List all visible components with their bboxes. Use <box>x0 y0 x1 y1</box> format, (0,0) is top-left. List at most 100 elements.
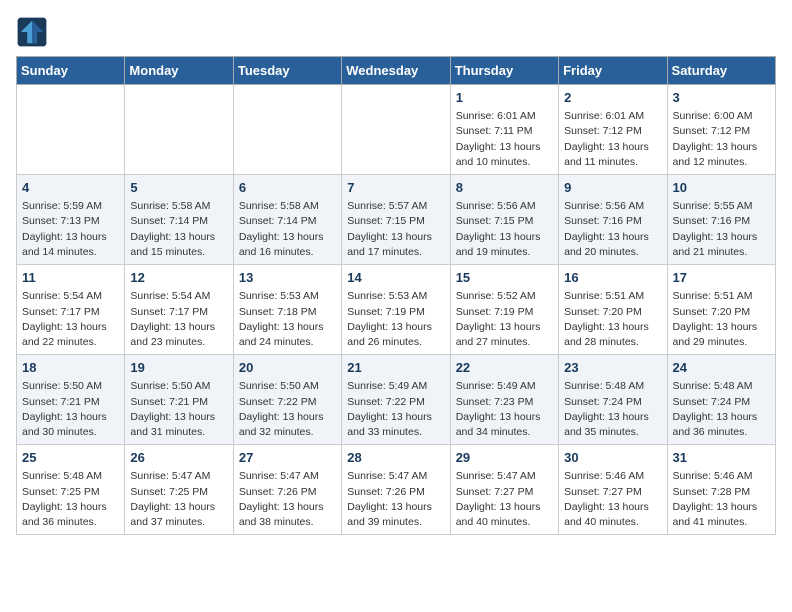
calendar-cell: 30 Sunrise: 5:46 AM Sunset: 7:27 PM Dayli… <box>559 445 667 535</box>
day-number: 28 <box>347 449 444 467</box>
calendar-cell: 12 Sunrise: 5:54 AM Sunset: 7:17 PM Dayli… <box>125 265 233 355</box>
calendar-cell: 4 Sunrise: 5:59 AM Sunset: 7:13 PM Daylig… <box>17 175 125 265</box>
logo <box>16 16 52 48</box>
calendar-cell: 2 Sunrise: 6:01 AM Sunset: 7:12 PM Daylig… <box>559 85 667 175</box>
day-info: Sunrise: 5:48 AM Sunset: 7:24 PM Dayligh… <box>673 379 770 440</box>
calendar-cell: 23Sunrise: 5:48 AM Sunset: 7:24 PM Dayli… <box>559 355 667 445</box>
day-info: Sunrise: 6:00 AM Sunset: 7:12 PM Dayligh… <box>673 109 770 170</box>
day-number: 24 <box>673 359 770 377</box>
day-number: 14 <box>347 269 444 287</box>
day-number: 25 <box>22 449 119 467</box>
day-number: 31 <box>673 449 770 467</box>
calendar-week-row: 25 Sunrise: 5:48 AM Sunset: 7:25 PM Dayli… <box>17 445 776 535</box>
day-info: Sunrise: 5:50 AM Sunset: 7:21 PM Dayligh… <box>22 379 119 440</box>
calendar-cell: 14 Sunrise: 5:53 AM Sunset: 7:19 PM Dayli… <box>342 265 450 355</box>
day-info: Sunrise: 5:47 AM Sunset: 7:26 PM Dayligh… <box>239 469 336 530</box>
day-info: Sunrise: 5:46 AM Sunset: 7:28 PM Dayligh… <box>673 469 770 530</box>
weekday-header-wednesday: Wednesday <box>342 57 450 85</box>
logo-icon <box>16 16 48 48</box>
day-number: 13 <box>239 269 336 287</box>
calendar-cell <box>342 85 450 175</box>
calendar-cell: 29Sunrise: 5:47 AM Sunset: 7:27 PM Dayli… <box>450 445 558 535</box>
calendar-cell: 9 Sunrise: 5:56 AM Sunset: 7:16 PM Daylig… <box>559 175 667 265</box>
day-info: Sunrise: 5:58 AM Sunset: 7:14 PM Dayligh… <box>130 199 227 260</box>
calendar-cell: 26 Sunrise: 5:47 AM Sunset: 7:25 PM Dayli… <box>125 445 233 535</box>
calendar-cell: 28Sunrise: 5:47 AM Sunset: 7:26 PM Dayli… <box>342 445 450 535</box>
day-info: Sunrise: 5:50 AM Sunset: 7:22 PM Dayligh… <box>239 379 336 440</box>
calendar-cell: 1 Sunrise: 6:01 AM Sunset: 7:11 PM Daylig… <box>450 85 558 175</box>
day-info: Sunrise: 5:57 AM Sunset: 7:15 PM Dayligh… <box>347 199 444 260</box>
calendar-cell: 17Sunrise: 5:51 AM Sunset: 7:20 PM Dayli… <box>667 265 775 355</box>
calendar-cell: 19 Sunrise: 5:50 AM Sunset: 7:21 PM Dayli… <box>125 355 233 445</box>
day-info: Sunrise: 5:49 AM Sunset: 7:23 PM Dayligh… <box>456 379 553 440</box>
day-number: 22 <box>456 359 553 377</box>
day-number: 21 <box>347 359 444 377</box>
day-number: 18 <box>22 359 119 377</box>
calendar-cell: 16Sunrise: 5:51 AM Sunset: 7:20 PM Dayli… <box>559 265 667 355</box>
day-info: Sunrise: 5:59 AM Sunset: 7:13 PM Dayligh… <box>22 199 119 260</box>
day-number: 5 <box>130 179 227 197</box>
day-number: 12 <box>130 269 227 287</box>
day-number: 27 <box>239 449 336 467</box>
day-info: Sunrise: 5:54 AM Sunset: 7:17 PM Dayligh… <box>22 289 119 350</box>
day-info: Sunrise: 5:53 AM Sunset: 7:19 PM Dayligh… <box>347 289 444 350</box>
day-number: 11 <box>22 269 119 287</box>
day-number: 3 <box>673 89 770 107</box>
day-number: 1 <box>456 89 553 107</box>
calendar-cell: 27 Sunrise: 5:47 AM Sunset: 7:26 PM Dayli… <box>233 445 341 535</box>
calendar-cell: 25 Sunrise: 5:48 AM Sunset: 7:25 PM Dayli… <box>17 445 125 535</box>
day-number: 29 <box>456 449 553 467</box>
calendar-cell: 18 Sunrise: 5:50 AM Sunset: 7:21 PM Dayli… <box>17 355 125 445</box>
day-info: Sunrise: 5:47 AM Sunset: 7:25 PM Dayligh… <box>130 469 227 530</box>
calendar-cell <box>17 85 125 175</box>
day-number: 8 <box>456 179 553 197</box>
calendar-cell: 7 Sunrise: 5:57 AM Sunset: 7:15 PM Daylig… <box>342 175 450 265</box>
day-info: Sunrise: 6:01 AM Sunset: 7:11 PM Dayligh… <box>456 109 553 170</box>
day-info: Sunrise: 5:53 AM Sunset: 7:18 PM Dayligh… <box>239 289 336 350</box>
day-info: Sunrise: 5:46 AM Sunset: 7:27 PM Dayligh… <box>564 469 661 530</box>
day-info: Sunrise: 6:01 AM Sunset: 7:12 PM Dayligh… <box>564 109 661 170</box>
weekday-header-friday: Friday <box>559 57 667 85</box>
day-info: Sunrise: 5:52 AM Sunset: 7:19 PM Dayligh… <box>456 289 553 350</box>
day-info: Sunrise: 5:54 AM Sunset: 7:17 PM Dayligh… <box>130 289 227 350</box>
calendar-cell: 5 Sunrise: 5:58 AM Sunset: 7:14 PM Daylig… <box>125 175 233 265</box>
calendar-cell: 6Sunrise: 5:58 AM Sunset: 7:14 PM Daylig… <box>233 175 341 265</box>
calendar-cell: 24 Sunrise: 5:48 AM Sunset: 7:24 PM Dayli… <box>667 355 775 445</box>
calendar-cell <box>125 85 233 175</box>
day-number: 26 <box>130 449 227 467</box>
day-info: Sunrise: 5:56 AM Sunset: 7:15 PM Dayligh… <box>456 199 553 260</box>
day-number: 9 <box>564 179 661 197</box>
weekday-header-saturday: Saturday <box>667 57 775 85</box>
day-info: Sunrise: 5:48 AM Sunset: 7:25 PM Dayligh… <box>22 469 119 530</box>
day-number: 23 <box>564 359 661 377</box>
page-header <box>16 16 776 48</box>
calendar-week-row: 18 Sunrise: 5:50 AM Sunset: 7:21 PM Dayli… <box>17 355 776 445</box>
calendar-table: SundayMondayTuesdayWednesdayThursdayFrid… <box>16 56 776 535</box>
weekday-header-row: SundayMondayTuesdayWednesdayThursdayFrid… <box>17 57 776 85</box>
day-number: 20 <box>239 359 336 377</box>
weekday-header-monday: Monday <box>125 57 233 85</box>
day-number: 19 <box>130 359 227 377</box>
weekday-header-tuesday: Tuesday <box>233 57 341 85</box>
day-number: 7 <box>347 179 444 197</box>
day-info: Sunrise: 5:55 AM Sunset: 7:16 PM Dayligh… <box>673 199 770 260</box>
day-number: 2 <box>564 89 661 107</box>
day-info: Sunrise: 5:49 AM Sunset: 7:22 PM Dayligh… <box>347 379 444 440</box>
calendar-cell: 8 Sunrise: 5:56 AM Sunset: 7:15 PM Daylig… <box>450 175 558 265</box>
weekday-header-sunday: Sunday <box>17 57 125 85</box>
calendar-week-row: 4 Sunrise: 5:59 AM Sunset: 7:13 PM Daylig… <box>17 175 776 265</box>
calendar-cell: 10Sunrise: 5:55 AM Sunset: 7:16 PM Dayli… <box>667 175 775 265</box>
day-info: Sunrise: 5:56 AM Sunset: 7:16 PM Dayligh… <box>564 199 661 260</box>
weekday-header-thursday: Thursday <box>450 57 558 85</box>
day-number: 6 <box>239 179 336 197</box>
day-number: 30 <box>564 449 661 467</box>
day-info: Sunrise: 5:50 AM Sunset: 7:21 PM Dayligh… <box>130 379 227 440</box>
calendar-cell: 22 Sunrise: 5:49 AM Sunset: 7:23 PM Dayli… <box>450 355 558 445</box>
calendar-cell: 11 Sunrise: 5:54 AM Sunset: 7:17 PM Dayli… <box>17 265 125 355</box>
day-number: 4 <box>22 179 119 197</box>
day-number: 16 <box>564 269 661 287</box>
calendar-cell: 3 Sunrise: 6:00 AM Sunset: 7:12 PM Daylig… <box>667 85 775 175</box>
day-number: 15 <box>456 269 553 287</box>
calendar-cell: 21 Sunrise: 5:49 AM Sunset: 7:22 PM Dayli… <box>342 355 450 445</box>
calendar-cell: 31 Sunrise: 5:46 AM Sunset: 7:28 PM Dayli… <box>667 445 775 535</box>
